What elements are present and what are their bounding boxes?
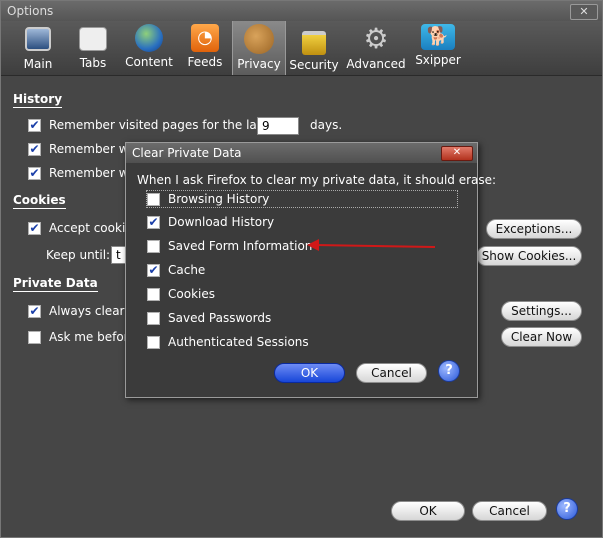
tab-content[interactable]: Content <box>121 21 177 75</box>
tab-sxipper-label: Sxipper <box>415 53 461 67</box>
cookies-label: Cookies <box>168 287 215 301</box>
tab-main-label: Main <box>23 57 53 71</box>
tab-content-label: Content <box>125 55 173 69</box>
tab-security-label: Security <box>289 58 339 72</box>
dialog-item-download-history[interactable]: Download History <box>147 215 274 229</box>
remember-2-checkbox[interactable] <box>28 142 41 156</box>
tab-feeds-label: Feeds <box>187 55 223 69</box>
dialog-item-authenticated-sessions[interactable]: Authenticated Sessions <box>147 335 309 349</box>
ok-button[interactable]: OK <box>391 501 465 521</box>
remember-row-3: Remember wh <box>28 166 136 180</box>
remember-2-label: Remember wh <box>49 142 137 156</box>
authenticated-sessions-label: Authenticated Sessions <box>168 335 309 349</box>
lock-icon <box>302 31 326 55</box>
dialog-item-browsing-history[interactable]: Browsing History <box>146 190 458 208</box>
saved-form-label: Saved Form Information <box>168 239 313 253</box>
dialog-close-button[interactable]: ✕ <box>441 146 473 161</box>
tab-privacy-label: Privacy <box>237 57 281 71</box>
dialog-item-cookies[interactable]: Cookies <box>147 287 215 301</box>
saved-form-checkbox[interactable] <box>147 239 160 253</box>
remember-row-2: Remember wh <box>28 142 136 156</box>
exceptions-button[interactable]: Exceptions... <box>486 219 582 239</box>
dialog-prompt: When I ask Firefox to clear my private d… <box>137 173 497 187</box>
accept-cookies-label: Accept cookie <box>49 221 133 235</box>
days-label: days. <box>310 118 343 132</box>
saved-passwords-checkbox[interactable] <box>147 311 160 325</box>
tab-tabs[interactable]: Tabs <box>69 21 117 75</box>
keep-until-label: Keep until: <box>46 248 111 262</box>
accept-cookies-row: Accept cookie <box>28 221 133 235</box>
cookie-icon <box>244 24 274 54</box>
clear-now-button[interactable]: Clear Now <box>501 327 582 347</box>
window-title: Options <box>7 4 54 18</box>
ask-before-row: Ask me before <box>28 330 136 344</box>
dialog-ok-button[interactable]: OK <box>274 363 345 383</box>
dialog-title: Clear Private Data <box>132 146 242 160</box>
category-toolbar: Main Tabs Content ◔ Feeds Privacy Securi… <box>1 21 602 76</box>
download-history-checkbox[interactable] <box>147 215 160 229</box>
cookies-heading: Cookies <box>13 193 66 209</box>
tabs-icon <box>79 27 107 51</box>
days-input[interactable]: 9 <box>257 117 299 135</box>
cancel-button[interactable]: Cancel <box>472 501 547 521</box>
always-clear-label: Always clear n <box>49 304 136 318</box>
browsing-history-label: Browsing History <box>168 192 270 206</box>
dialog-item-saved-passwords[interactable]: Saved Passwords <box>147 311 271 325</box>
tab-tabs-label: Tabs <box>79 56 107 70</box>
monitor-icon <box>25 27 51 51</box>
dialog-item-cache[interactable]: Cache <box>147 263 205 277</box>
rss-icon: ◔ <box>191 24 219 52</box>
ask-before-label: Ask me before <box>49 330 136 344</box>
private-data-heading: Private Data <box>13 276 98 292</box>
download-history-label: Download History <box>168 215 275 229</box>
authenticated-sessions-checkbox[interactable] <box>147 335 160 349</box>
tab-privacy[interactable]: Privacy <box>232 21 286 75</box>
remember-visited-label: Remember visited pages for the last <box>49 118 268 132</box>
gear-icon: ⚙ <box>363 22 389 55</box>
tab-advanced[interactable]: ⚙ Advanced <box>345 21 407 75</box>
cache-checkbox[interactable] <box>147 263 160 277</box>
remember-visited-checkbox[interactable] <box>28 118 41 132</box>
remember-visited-row: Remember visited pages for the last <box>28 118 268 132</box>
tab-sxipper[interactable]: 🐕 Sxipper <box>413 21 463 75</box>
always-clear-checkbox[interactable] <box>28 304 41 318</box>
cache-label: Cache <box>168 263 206 277</box>
close-button[interactable]: ✕ <box>570 4 598 20</box>
clear-private-data-dialog: Clear Private Data ✕ When I ask Firefox … <box>125 142 496 398</box>
annotation-arrow-icon <box>307 239 436 251</box>
dog-icon: 🐕 <box>421 24 455 50</box>
tab-security[interactable]: Security <box>289 21 339 75</box>
dialog-titlebar: Clear Private Data ✕ <box>126 143 477 163</box>
remember-3-checkbox[interactable] <box>28 166 41 180</box>
help-icon[interactable]: ? <box>556 498 578 520</box>
saved-passwords-label: Saved Passwords <box>168 311 272 325</box>
tab-feeds[interactable]: ◔ Feeds <box>183 21 227 75</box>
tab-main[interactable]: Main <box>15 21 61 75</box>
cookies-checkbox[interactable] <box>147 287 160 301</box>
history-heading: History <box>13 92 63 108</box>
globe-icon <box>135 24 163 52</box>
remember-3-label: Remember wh <box>49 166 137 180</box>
accept-cookies-checkbox[interactable] <box>28 221 41 235</box>
dialog-cancel-button[interactable]: Cancel <box>356 363 427 383</box>
ask-before-checkbox[interactable] <box>28 330 41 344</box>
titlebar: Options ✕ <box>1 1 602 21</box>
dialog-item-saved-form-information[interactable]: Saved Form Information <box>147 239 312 253</box>
show-cookies-button[interactable]: Show Cookies... <box>476 246 582 266</box>
tab-advanced-label: Advanced <box>346 57 406 71</box>
settings-button[interactable]: Settings... <box>501 301 582 321</box>
options-window: Options ✕ Main Tabs Content ◔ Feeds Priv… <box>0 0 603 538</box>
always-clear-row: Always clear n <box>28 304 136 318</box>
browsing-history-checkbox[interactable] <box>147 192 160 206</box>
dialog-help-icon[interactable]: ? <box>438 360 460 382</box>
